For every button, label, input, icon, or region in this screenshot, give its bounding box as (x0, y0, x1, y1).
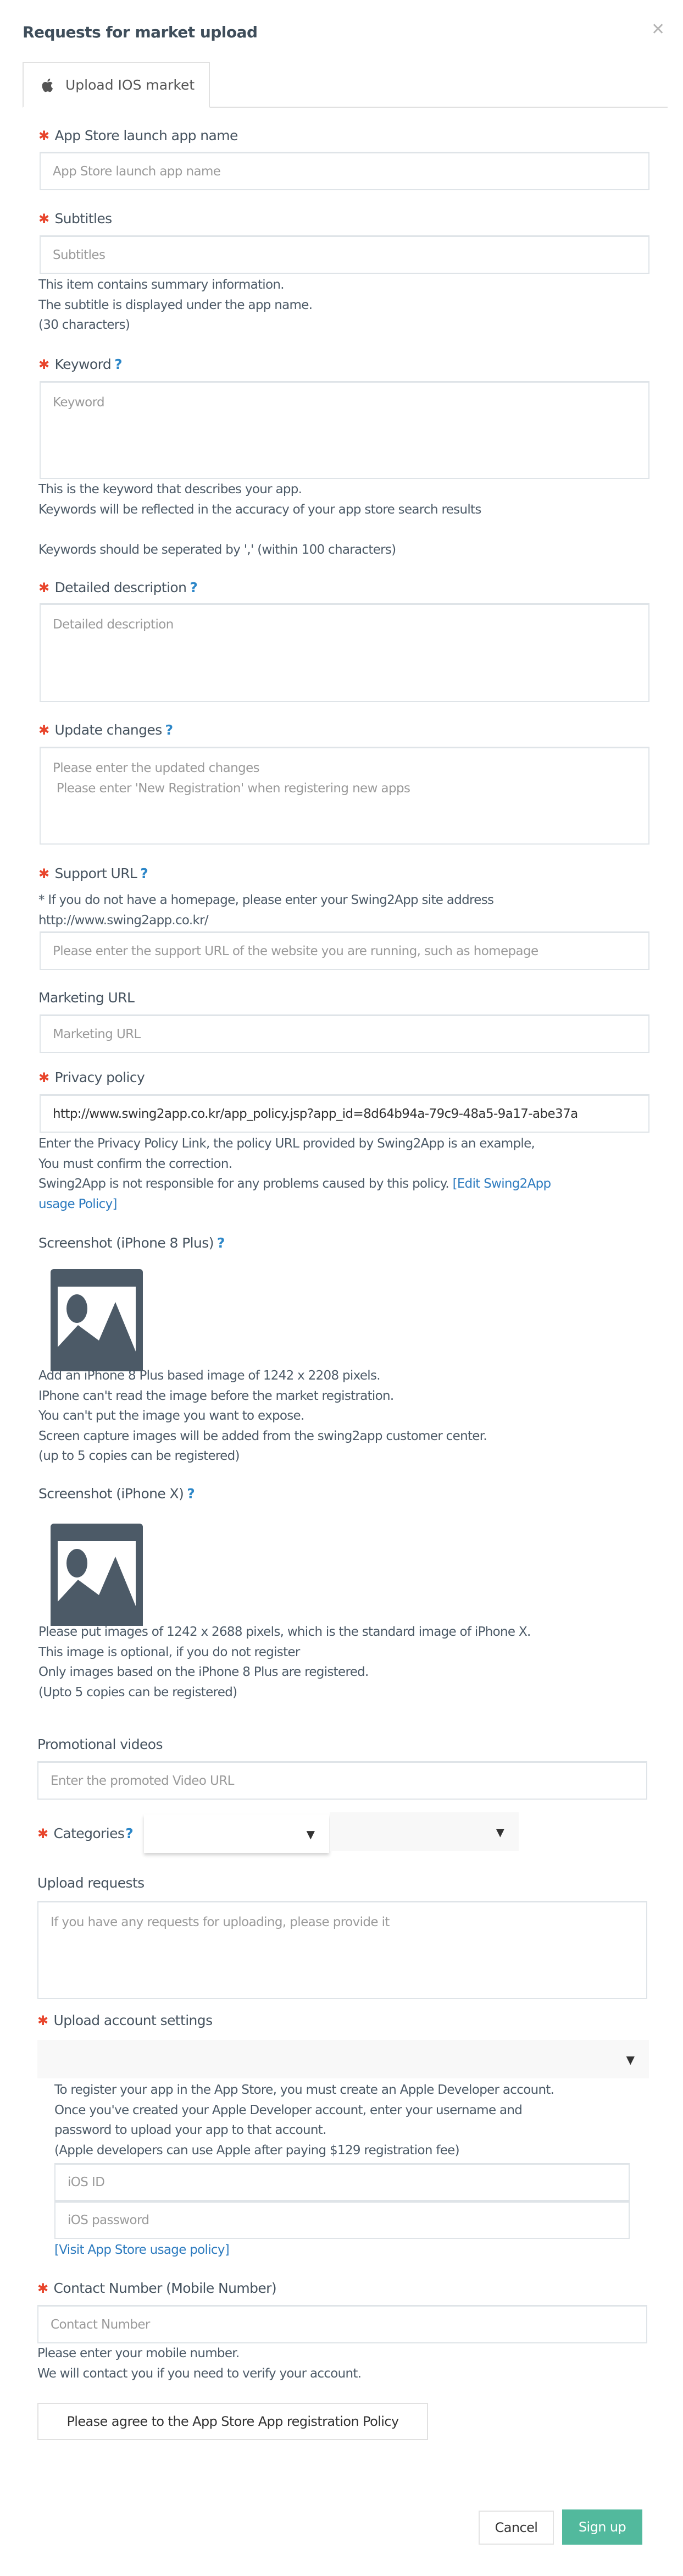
marketing-url-label: Marketing URL (38, 990, 135, 1006)
help-icon[interactable]: ? (187, 1486, 195, 1502)
support-url-input[interactable] (40, 931, 649, 970)
tab-bar: Upload IOS market (23, 62, 668, 108)
keyword-label: ✱ Keyword? (38, 356, 123, 372)
promotional-videos-label: Promotional videos (37, 1736, 163, 1752)
upload-requests-label: Upload requests (37, 1875, 145, 1891)
marketing-url-input[interactable] (40, 1014, 649, 1053)
support-url-notes: * If you do not have a homepage, please … (38, 893, 494, 928)
tab-label: Upload IOS market (65, 77, 195, 93)
detailed-description-textarea[interactable] (40, 603, 649, 702)
modal-title: Requests for market upload (23, 23, 258, 41)
required-icon: ✱ (38, 1070, 49, 1085)
screenshot-8plus-label: Screenshot (iPhone 8 Plus)? (38, 1235, 225, 1251)
keyword-help: This is the keyword that describes your … (38, 482, 481, 557)
help-icon[interactable]: ? (217, 1235, 225, 1251)
detailed-description-label: ✱ Detailed description? (38, 580, 198, 595)
app-store-policy-link[interactable]: [Visit App Store usage policy] (54, 2240, 230, 2260)
required-icon: ✱ (37, 2281, 48, 2296)
update-changes-label: ✱ Update changes? (38, 722, 173, 738)
required-icon: ✱ (38, 128, 49, 144)
apple-icon (41, 78, 53, 92)
upload-requests-textarea[interactable] (37, 1901, 647, 1999)
required-icon: ✱ (38, 866, 49, 881)
app-name-label: ✱ App Store launch app name (38, 128, 238, 144)
app-name-input[interactable] (40, 152, 649, 190)
required-icon: ✱ (38, 580, 49, 595)
image-placeholder-icon[interactable] (51, 1269, 143, 1371)
privacy-policy-input[interactable] (40, 1094, 649, 1133)
screenshot-x-label: Screenshot (iPhone X)? (38, 1486, 195, 1502)
screenshot-x-help: Please put images of 1242 x 2688 pixels,… (38, 1625, 531, 1700)
sign-up-button[interactable]: Sign up (562, 2509, 642, 2545)
contact-number-help: Please enter your mobile number. We will… (37, 2346, 362, 2381)
tab-upload-ios-market[interactable]: Upload IOS market (23, 62, 210, 108)
help-icon[interactable]: ? (125, 1825, 134, 1841)
edit-usage-policy-link-cont[interactable]: usage Policy] (38, 1194, 551, 1215)
chevron-down-icon: ▼ (496, 1825, 504, 1839)
support-url-label: ✱ Support URL? (38, 865, 148, 881)
required-icon: ✱ (37, 1826, 48, 1841)
required-icon: ✱ (38, 211, 49, 227)
contact-number-input[interactable] (37, 2305, 647, 2343)
subtitles-label: ✱ Subtitles (38, 211, 112, 227)
promotional-videos-input[interactable] (37, 1761, 647, 1800)
contact-number-label: ✱ Contact Number (Mobile Number) (37, 2280, 277, 2296)
chevron-down-icon: ▼ (626, 2053, 635, 2066)
subtitles-input[interactable] (40, 235, 649, 274)
close-icon[interactable]: ✕ (651, 21, 665, 38)
required-icon: ✱ (38, 357, 49, 372)
help-icon[interactable]: ? (140, 865, 148, 881)
help-icon[interactable]: ? (165, 722, 174, 738)
ios-password-input[interactable] (54, 2201, 630, 2239)
required-icon: ✱ (37, 2013, 48, 2028)
upload-account-select[interactable]: ▼ (37, 2040, 649, 2078)
update-changes-textarea[interactable] (40, 747, 649, 845)
keyword-textarea[interactable] (40, 381, 649, 479)
cancel-button[interactable]: Cancel (479, 2511, 554, 2545)
required-icon: ✱ (38, 722, 49, 738)
image-placeholder-icon[interactable] (51, 1524, 143, 1626)
help-icon[interactable]: ? (190, 580, 198, 595)
edit-usage-policy-link[interactable]: [Edit Swing2App (453, 1177, 552, 1191)
chevron-down-icon: ▼ (306, 1828, 315, 1841)
subtitles-help: This item contains summary information. … (38, 278, 313, 332)
privacy-policy-help: Enter the Privacy Policy Link, the polic… (38, 1134, 551, 1214)
category-primary-select[interactable]: ▼ (144, 1814, 329, 1853)
upload-account-help: To register your app in the App Store, y… (54, 2083, 554, 2158)
privacy-policy-label: ✱ Privacy policy (38, 1069, 145, 1085)
ios-id-input[interactable] (54, 2163, 630, 2201)
agree-policy-button[interactable]: Please agree to the App Store App regist… (37, 2403, 428, 2440)
help-icon[interactable]: ? (114, 356, 123, 372)
categories-label: ✱ Categories? (37, 1825, 134, 1841)
category-secondary-select[interactable]: ▼ (330, 1812, 519, 1851)
screenshot-8plus-help: Add an iPhone 8 Plus based image of 1242… (38, 1369, 487, 1463)
upload-account-label: ✱ Upload account settings (37, 2012, 213, 2028)
